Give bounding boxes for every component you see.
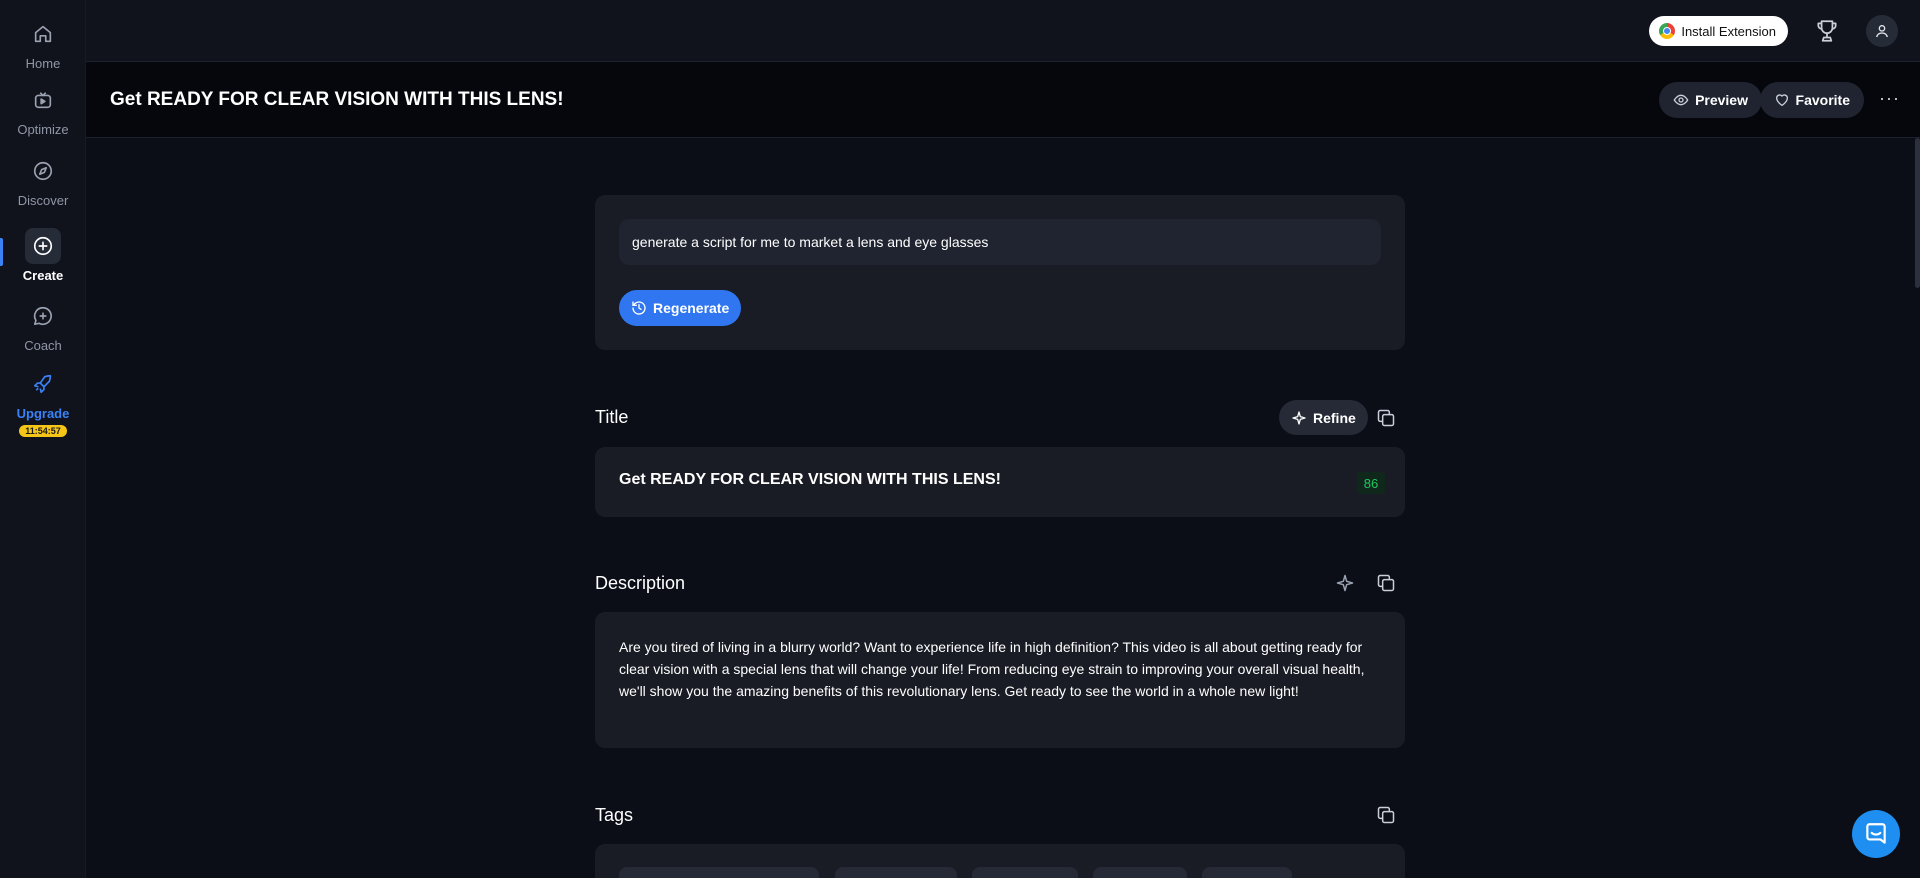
generated-title: Get READY FOR CLEAR VISION WITH THIS LEN…: [619, 471, 1001, 488]
history-icon: [632, 301, 646, 315]
main-scrollbar[interactable]: [1914, 138, 1920, 878]
sidebar-item-coach[interactable]: Coach: [0, 298, 86, 353]
tag-pill[interactable]: [972, 867, 1078, 878]
tag-pill[interactable]: [1093, 867, 1187, 878]
regenerate-button[interactable]: Regenerate: [619, 290, 742, 326]
scrollbar-thumb[interactable]: [1915, 138, 1920, 288]
page-header: Get READY FOR CLEAR VISION WITH THIS LEN…: [86, 62, 1920, 138]
tag-pill[interactable]: [619, 867, 819, 878]
title-section-label: Title: [595, 407, 629, 427]
upgrade-timer-badge: 11:54:57: [19, 425, 67, 437]
tag-pill[interactable]: [835, 867, 957, 878]
compass-icon: [25, 153, 61, 189]
trophy-icon[interactable]: [1812, 16, 1842, 46]
title-score-badge: 86: [1357, 472, 1385, 494]
heart-icon: [1775, 94, 1788, 106]
sidebar-item-label: Upgrade: [16, 406, 70, 421]
chat-plus-icon: [25, 298, 61, 334]
preview-button[interactable]: Preview: [1659, 82, 1762, 118]
sidebar-item-optimize[interactable]: Optimize: [0, 82, 86, 137]
description-card: Are you tired of living in a blurry worl…: [595, 612, 1405, 748]
top-bar: Install Extension: [86, 0, 1920, 62]
sidebar-item-label: Discover: [17, 193, 69, 208]
plus-circle-icon: [25, 228, 61, 264]
more-options-button[interactable]: ···: [1879, 88, 1900, 109]
copy-icon[interactable]: [1375, 407, 1397, 429]
chrome-icon: [1659, 23, 1676, 39]
description-section-label: Description: [595, 573, 686, 593]
refine-label: Refine: [1313, 409, 1356, 426]
sparkle-icon[interactable]: [1334, 572, 1356, 594]
optimize-icon: [25, 82, 61, 118]
install-extension-button[interactable]: Install Extension: [1649, 16, 1788, 46]
sidebar: Home Optimize Discover Create Coach Upgr…: [0, 0, 86, 878]
sidebar-item-upgrade[interactable]: Upgrade 11:54:57: [0, 366, 86, 437]
sparkle-icon: [1292, 410, 1306, 425]
copy-icon[interactable]: [1375, 804, 1397, 826]
tags-card: [595, 844, 1405, 878]
support-chat-button[interactable]: [1852, 810, 1900, 858]
sidebar-item-create[interactable]: Create: [0, 228, 86, 283]
install-extension-label: Install Extension: [1681, 23, 1776, 39]
favorite-label: Favorite: [1795, 92, 1850, 108]
sidebar-item-discover[interactable]: Discover: [0, 153, 86, 208]
user-icon: [1876, 25, 1888, 38]
home-icon: [25, 16, 61, 52]
sidebar-item-label: Create: [22, 268, 64, 283]
tags-section-label: Tags: [595, 805, 634, 825]
copy-icon[interactable]: [1375, 572, 1397, 594]
sidebar-item-label: Coach: [24, 338, 62, 353]
title-card: Get READY FOR CLEAR VISION WITH THIS LEN…: [595, 447, 1405, 517]
user-account-button[interactable]: [1866, 15, 1898, 47]
generated-description: Are you tired of living in a blurry worl…: [619, 639, 1365, 699]
chat-icon: [1866, 823, 1886, 844]
favorite-button[interactable]: Favorite: [1759, 82, 1864, 118]
eye-icon: [1673, 94, 1689, 106]
prompt-card: generate a script for me to market a len…: [595, 195, 1405, 350]
preview-label: Preview: [1695, 92, 1748, 108]
sidebar-item-label: Optimize: [17, 122, 69, 137]
sidebar-item-label: Home: [25, 56, 61, 71]
refine-button[interactable]: Refine: [1279, 400, 1368, 435]
page-title: Get READY FOR CLEAR VISION WITH THIS LEN…: [110, 89, 564, 110]
rocket-icon: [25, 366, 61, 402]
sidebar-item-home[interactable]: Home: [0, 16, 86, 71]
regenerate-label: Regenerate: [653, 300, 730, 316]
prompt-input[interactable]: generate a script for me to market a len…: [619, 219, 1381, 265]
tag-pill[interactable]: [1202, 867, 1292, 878]
